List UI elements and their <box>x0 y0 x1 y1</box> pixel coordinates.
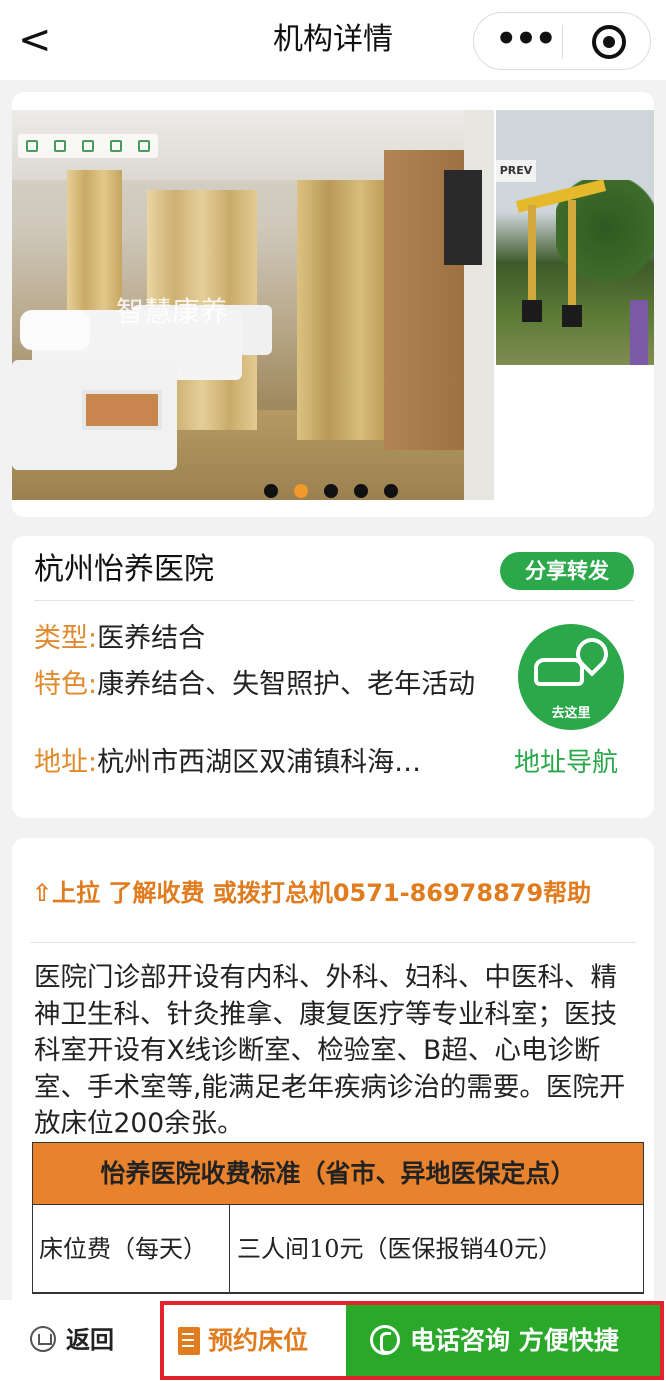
carousel-dot[interactable] <box>384 484 398 498</box>
detail-card: ⇧上拉 了解收费 或拨打总机0571-86978879帮助 医院门诊部开设有内科… <box>12 838 654 1318</box>
carousel-slide-ward-photo[interactable]: 智慧康养 <box>12 110 494 500</box>
image-carousel[interactable]: 智慧康养 PREV <box>12 92 654 517</box>
fee-item: 床位费（每天） <box>33 1205 230 1293</box>
back-home-label: 返回 <box>66 1326 114 1354</box>
fee-price: 三人间10元（医保报销40元） <box>237 1235 563 1263</box>
prev-tag: PREV <box>496 160 536 182</box>
phone-consult-button[interactable]: 电话咨询 方便快捷 <box>346 1301 664 1380</box>
share-icon <box>110 140 122 152</box>
address-key: 地址: <box>34 747 98 778</box>
capsule-divider <box>562 25 563 59</box>
hospital-bed-in-photo <box>12 360 177 470</box>
feature-row: 特色:康养结合、失智照护、老年活动 <box>34 666 494 704</box>
bottom-action-bar: 返回 预约床位 电话咨询 方便快捷 <box>0 1300 666 1381</box>
mini-program-capsule: ••• <box>473 12 651 70</box>
institution-description: 医院门诊部开设有内科、外科、妇科、中医科、精神卫生科、针灸推拿、康复医疗等专业科… <box>34 962 626 1139</box>
go-here-button[interactable]: 去这里 <box>518 624 624 730</box>
top-nav-bar: < 机构详情 ••• <box>0 0 666 80</box>
address-row: 地址:杭州市西湖区双浦镇科海… <box>34 744 504 782</box>
save-icon <box>82 140 94 152</box>
divider <box>34 600 634 601</box>
address-navigation-link[interactable]: 地址导航 <box>514 744 618 782</box>
phone-icon <box>370 1325 400 1355</box>
carousel-dot[interactable] <box>324 484 338 498</box>
carousel-dot[interactable] <box>354 484 368 498</box>
tv-in-photo <box>444 170 482 265</box>
table-row: 床位费（每天） 三人间10元（医保报销40元） <box>33 1205 643 1293</box>
feature-value: 康养结合、失智照护、老年活动 <box>97 669 476 700</box>
expand-icon <box>54 140 66 152</box>
document-icon <box>178 1327 200 1355</box>
carousel-dot[interactable] <box>264 484 278 498</box>
type-row: 类型:医养结合 <box>34 620 504 658</box>
address-value: 杭州市西湖区双浦镇科海… <box>97 747 422 778</box>
more-options-icon[interactable]: ••• <box>494 17 556 65</box>
carousel-indicators <box>264 484 414 500</box>
car-icon <box>534 658 584 686</box>
institution-info-card: 杭州怡养医院 分享转发 类型:医养结合 特色:康养结合、失智照护、老年活动 地址… <box>12 536 654 818</box>
divider <box>30 942 636 943</box>
home-icon <box>30 1326 56 1352</box>
fee-table: 怡养医院收费标准（省市、异地医保定点） 床位费（每天） 三人间10元（医保报销4… <box>32 1142 644 1294</box>
type-value: 医养结合 <box>97 623 206 654</box>
carousel-slide-next-preview[interactable]: PREV <box>496 110 654 365</box>
frame-icon <box>26 140 38 152</box>
photo-watermark: 智慧康养 <box>116 295 229 328</box>
phone-consult-label: 电话咨询 方便快捷 <box>410 1326 619 1355</box>
settings-icon <box>138 140 150 152</box>
image-tool-icons <box>18 134 158 158</box>
book-bed-label: 预约床位 <box>208 1326 309 1355</box>
type-key: 类型: <box>34 623 98 654</box>
book-bed-button[interactable]: 预约床位 <box>160 1301 346 1380</box>
carousel-dot-active[interactable] <box>294 484 308 498</box>
share-button[interactable]: 分享转发 <box>500 552 634 590</box>
feature-key: 特色: <box>34 669 98 700</box>
institution-name: 杭州怡养医院 <box>34 552 214 587</box>
go-here-label: 去这里 <box>551 706 591 721</box>
fee-table-title: 怡养医院收费标准（省市、异地医保定点） <box>33 1143 643 1205</box>
pull-up-hint[interactable]: ⇧上拉 了解收费 或拨打总机0571-86978879帮助 <box>32 876 591 910</box>
close-program-icon[interactable] <box>592 25 626 59</box>
